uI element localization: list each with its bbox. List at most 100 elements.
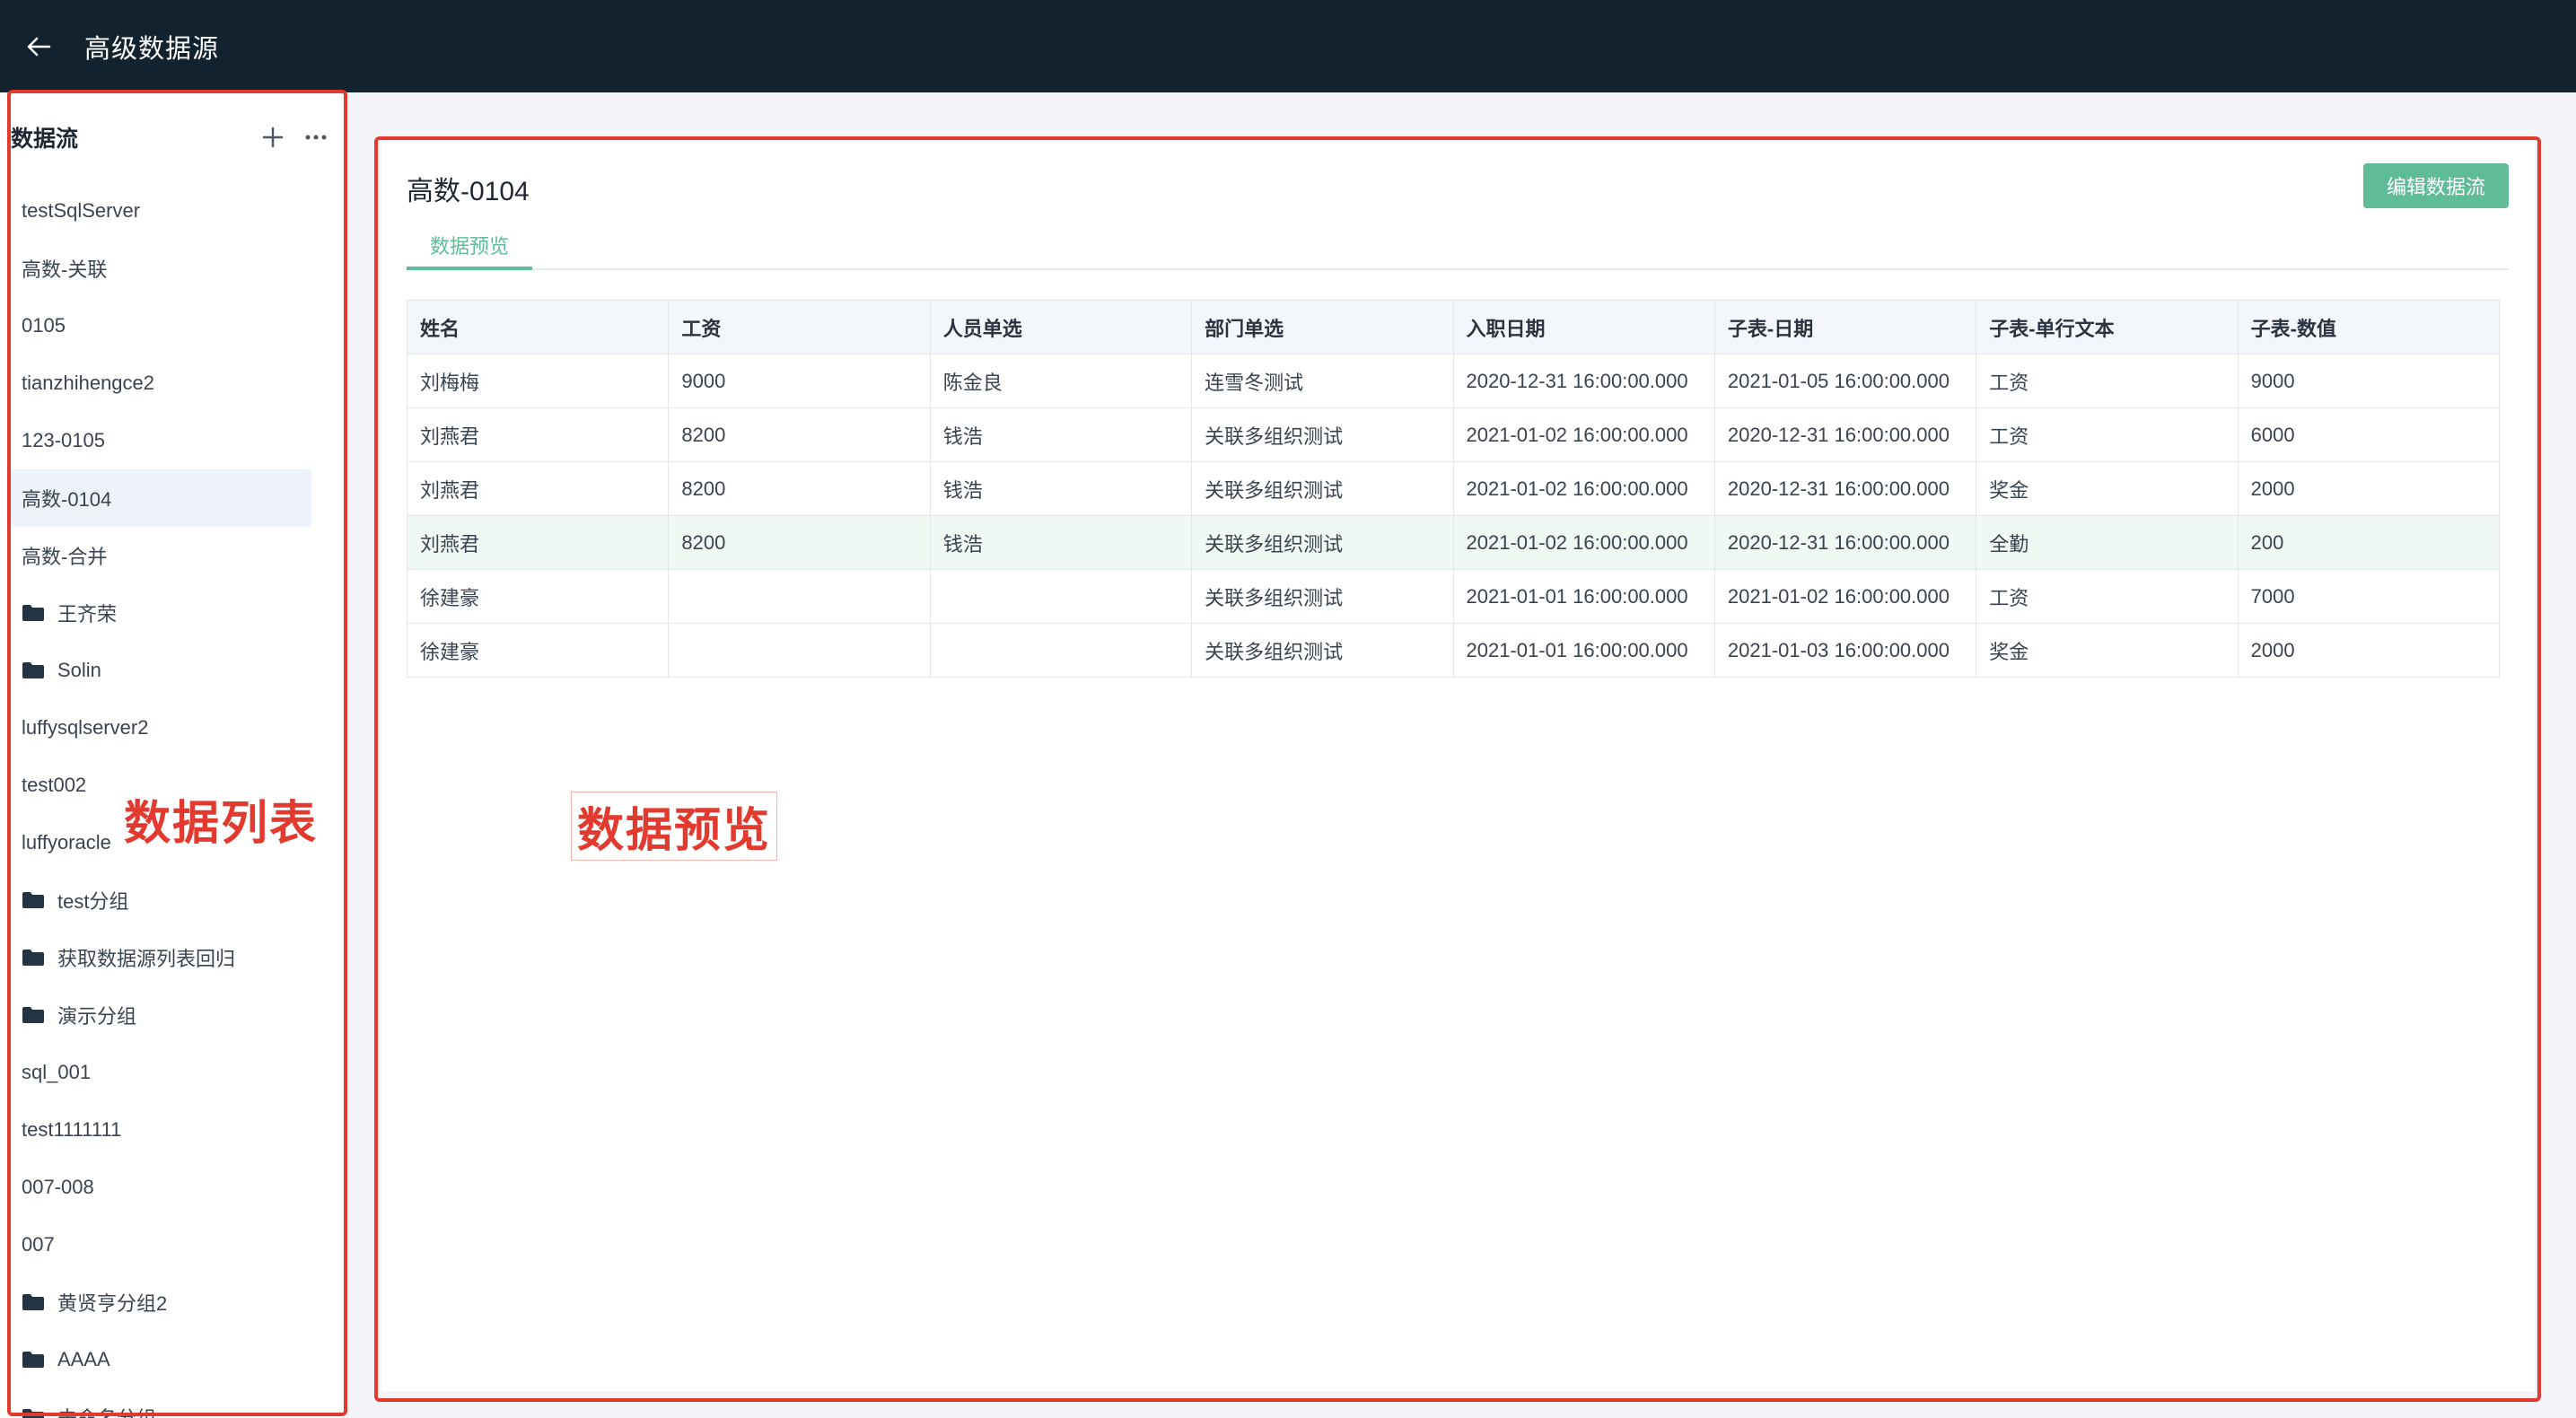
folder-icon xyxy=(22,1409,44,1418)
sidebar-item-label: tianzhihengce2 xyxy=(22,372,155,394)
folder-icon xyxy=(22,605,44,621)
table-cell: 关联多组织测试 xyxy=(1191,407,1454,462)
sidebar-item-label: Solin xyxy=(57,659,101,681)
table-cell: 关联多组织测试 xyxy=(1191,461,1454,516)
back-arrow-icon[interactable] xyxy=(16,24,61,69)
sidebar-item-label: 0105 xyxy=(22,314,66,337)
sidebar-header: 数据流 xyxy=(11,118,334,157)
table-cell: 8200 xyxy=(668,407,931,462)
sidebar-item-label: 黄贤亨分组2 xyxy=(57,1292,168,1315)
sidebar-item-label: testSqlServer xyxy=(22,199,141,222)
folder-icon xyxy=(22,1352,44,1368)
column-header[interactable]: 子表-单行文本 xyxy=(1976,300,2239,354)
sidebar-item-label: 123-0105 xyxy=(22,429,105,451)
sidebar-annotation-label: 数据列表 xyxy=(124,798,319,850)
column-header[interactable]: 人员单选 xyxy=(929,300,1193,354)
table-cell: 200 xyxy=(2237,515,2501,570)
sidebar-item[interactable]: 007-008 xyxy=(11,1159,311,1216)
column-header[interactable]: 子表-日期 xyxy=(1713,300,1977,354)
table-cell: 工资 xyxy=(1976,407,2239,462)
table-cell: 钱浩 xyxy=(929,515,1193,570)
table-cell: 2000 xyxy=(2237,461,2501,516)
table-cell xyxy=(929,569,1193,624)
sidebar-item[interactable]: 高数-关联 xyxy=(11,240,311,297)
sidebar-item-label: 高数-合并 xyxy=(22,546,108,568)
tab-data-preview[interactable]: 数据预览 xyxy=(407,223,533,270)
table-cell: 2020-12-31 16:00:00.000 xyxy=(1452,354,1715,408)
main-panel: 高数-0104 编辑数据流 数据预览 姓名 工资 人员单选 部门单选 入职日期 子表-日期… xyxy=(381,142,2536,1391)
sidebar-item[interactable]: testSqlServer xyxy=(11,182,311,240)
sidebar-folder[interactable]: AAAA xyxy=(11,1331,311,1388)
table-cell: 关联多组织测试 xyxy=(1191,569,1454,624)
table-cell: 连雪冬测试 xyxy=(1191,354,1454,408)
sidebar-item-label: AAAA xyxy=(57,1348,110,1370)
app-title: 高级数据源 xyxy=(84,34,220,64)
column-header[interactable]: 部门单选 xyxy=(1191,300,1454,354)
sidebar-item-label: 007 xyxy=(22,1233,55,1256)
top-bar: 高级数据源 xyxy=(0,0,2576,92)
folder-icon xyxy=(22,662,44,678)
table-cell: 2020-12-31 16:00:00.000 xyxy=(1713,461,1977,516)
column-header[interactable]: 姓名 xyxy=(406,300,670,354)
sidebar: 数据流 testSqlServer 高数-关联 0105 tianzhihengce2… xyxy=(0,92,346,1418)
sidebar-item[interactable]: luffysqlserver2 xyxy=(11,699,311,757)
sidebar-item-label: 高数-关联 xyxy=(22,258,108,281)
folder-icon xyxy=(22,892,44,908)
sidebar-folder[interactable]: 获取数据源列表回归 xyxy=(11,929,311,986)
add-icon[interactable] xyxy=(255,119,291,155)
table-cell: 工资 xyxy=(1976,354,2239,408)
table-cell: 奖金 xyxy=(1976,461,2239,516)
sidebar-folder[interactable]: 王齐荣 xyxy=(11,584,311,642)
table-cell: 关联多组织测试 xyxy=(1191,623,1454,678)
sidebar-item[interactable]: test1111111 xyxy=(11,1101,311,1159)
sidebar-item[interactable]: tianzhihengce2 xyxy=(11,354,311,412)
edit-data-flow-button[interactable]: 编辑数据流 xyxy=(2363,163,2509,208)
table-cell: 2021-01-02 16:00:00.000 xyxy=(1713,569,1977,624)
sidebar-item-label: test分组 xyxy=(57,890,129,913)
sidebar-item[interactable]: sql_001 xyxy=(11,1044,311,1101)
folder-icon xyxy=(22,950,44,966)
sidebar-folder[interactable]: test分组 xyxy=(11,871,311,929)
table-cell: 钱浩 xyxy=(929,461,1193,516)
sidebar-folder[interactable]: 未命名分组 xyxy=(11,1388,311,1418)
table-row[interactable]: 刘燕君 8200 钱浩 关联多组织测试 2021-01-02 16:00:00.000 2… xyxy=(406,515,2501,570)
table-row[interactable]: 刘梅梅 9000 陈金良 连雪冬测试 2020-12-31 16:00:00.000 20… xyxy=(406,354,2501,408)
table-cell: 2021-01-05 16:00:00.000 xyxy=(1713,354,1977,408)
table-row[interactable]: 刘燕君 8200 钱浩 关联多组织测试 2021-01-02 16:00:00.000 2… xyxy=(406,461,2501,516)
sidebar-folder[interactable]: 黄贤亨分组2 xyxy=(11,1274,311,1331)
sidebar-item[interactable]: 123-0105 xyxy=(11,412,311,469)
table-cell: 9000 xyxy=(2237,354,2501,408)
sidebar-folder[interactable]: Solin xyxy=(11,642,311,699)
sidebar-folder[interactable]: 演示分组 xyxy=(11,986,311,1044)
table-body: 刘梅梅 9000 陈金良 连雪冬测试 2020-12-31 16:00:00.000 20… xyxy=(406,354,2501,678)
table-cell: 7000 xyxy=(2237,569,2501,624)
table-cell xyxy=(929,623,1193,678)
table-cell: 6000 xyxy=(2237,407,2501,462)
sidebar-item[interactable]: 0105 xyxy=(11,297,311,354)
sidebar-item-label: 获取数据源列表回归 xyxy=(57,948,236,970)
table-row[interactable]: 徐建豪 关联多组织测试 2021-01-01 16:00:00.000 2021-01… xyxy=(406,569,2501,624)
column-header[interactable]: 子表-数值 xyxy=(2237,300,2501,354)
data-preview-table: 姓名 工资 人员单选 部门单选 入职日期 子表-日期 子表-单行文本 子表-数值 刘梅梅 900… xyxy=(406,300,2501,678)
sidebar-item-label: sql_001 xyxy=(22,1061,92,1083)
sidebar-item-label: 未命名分组 xyxy=(57,1403,156,1418)
table-cell: 刘梅梅 xyxy=(406,354,670,408)
sidebar-item-label: luffyoracle xyxy=(22,831,111,853)
table-row[interactable]: 徐建豪 关联多组织测试 2021-01-01 16:00:00.000 2021-01… xyxy=(406,623,2501,678)
table-cell: 2020-12-31 16:00:00.000 xyxy=(1713,407,1977,462)
column-header[interactable]: 入职日期 xyxy=(1452,300,1715,354)
table-cell: 2000 xyxy=(2237,623,2501,678)
sidebar-item[interactable]: 007 xyxy=(11,1216,311,1274)
table-header-row: 姓名 工资 人员单选 部门单选 入职日期 子表-日期 子表-单行文本 子表-数值 xyxy=(406,300,2501,354)
more-icon[interactable] xyxy=(298,119,334,155)
folder-icon xyxy=(22,1007,44,1023)
column-header[interactable]: 工资 xyxy=(668,300,931,354)
table-row[interactable]: 刘燕君 8200 钱浩 关联多组织测试 2021-01-02 16:00:00.000 2… xyxy=(406,407,2501,462)
sidebar-item[interactable]: 高数-合并 xyxy=(11,527,311,584)
table-cell: 刘燕君 xyxy=(406,461,670,516)
page-title: 高数-0104 xyxy=(407,177,530,206)
table-cell: 钱浩 xyxy=(929,407,1193,462)
sidebar-item[interactable]: 高数-0104 xyxy=(11,469,311,527)
preview-annotation-label: 数据预览 xyxy=(571,792,778,861)
table-cell: 2021-01-01 16:00:00.000 xyxy=(1452,623,1715,678)
